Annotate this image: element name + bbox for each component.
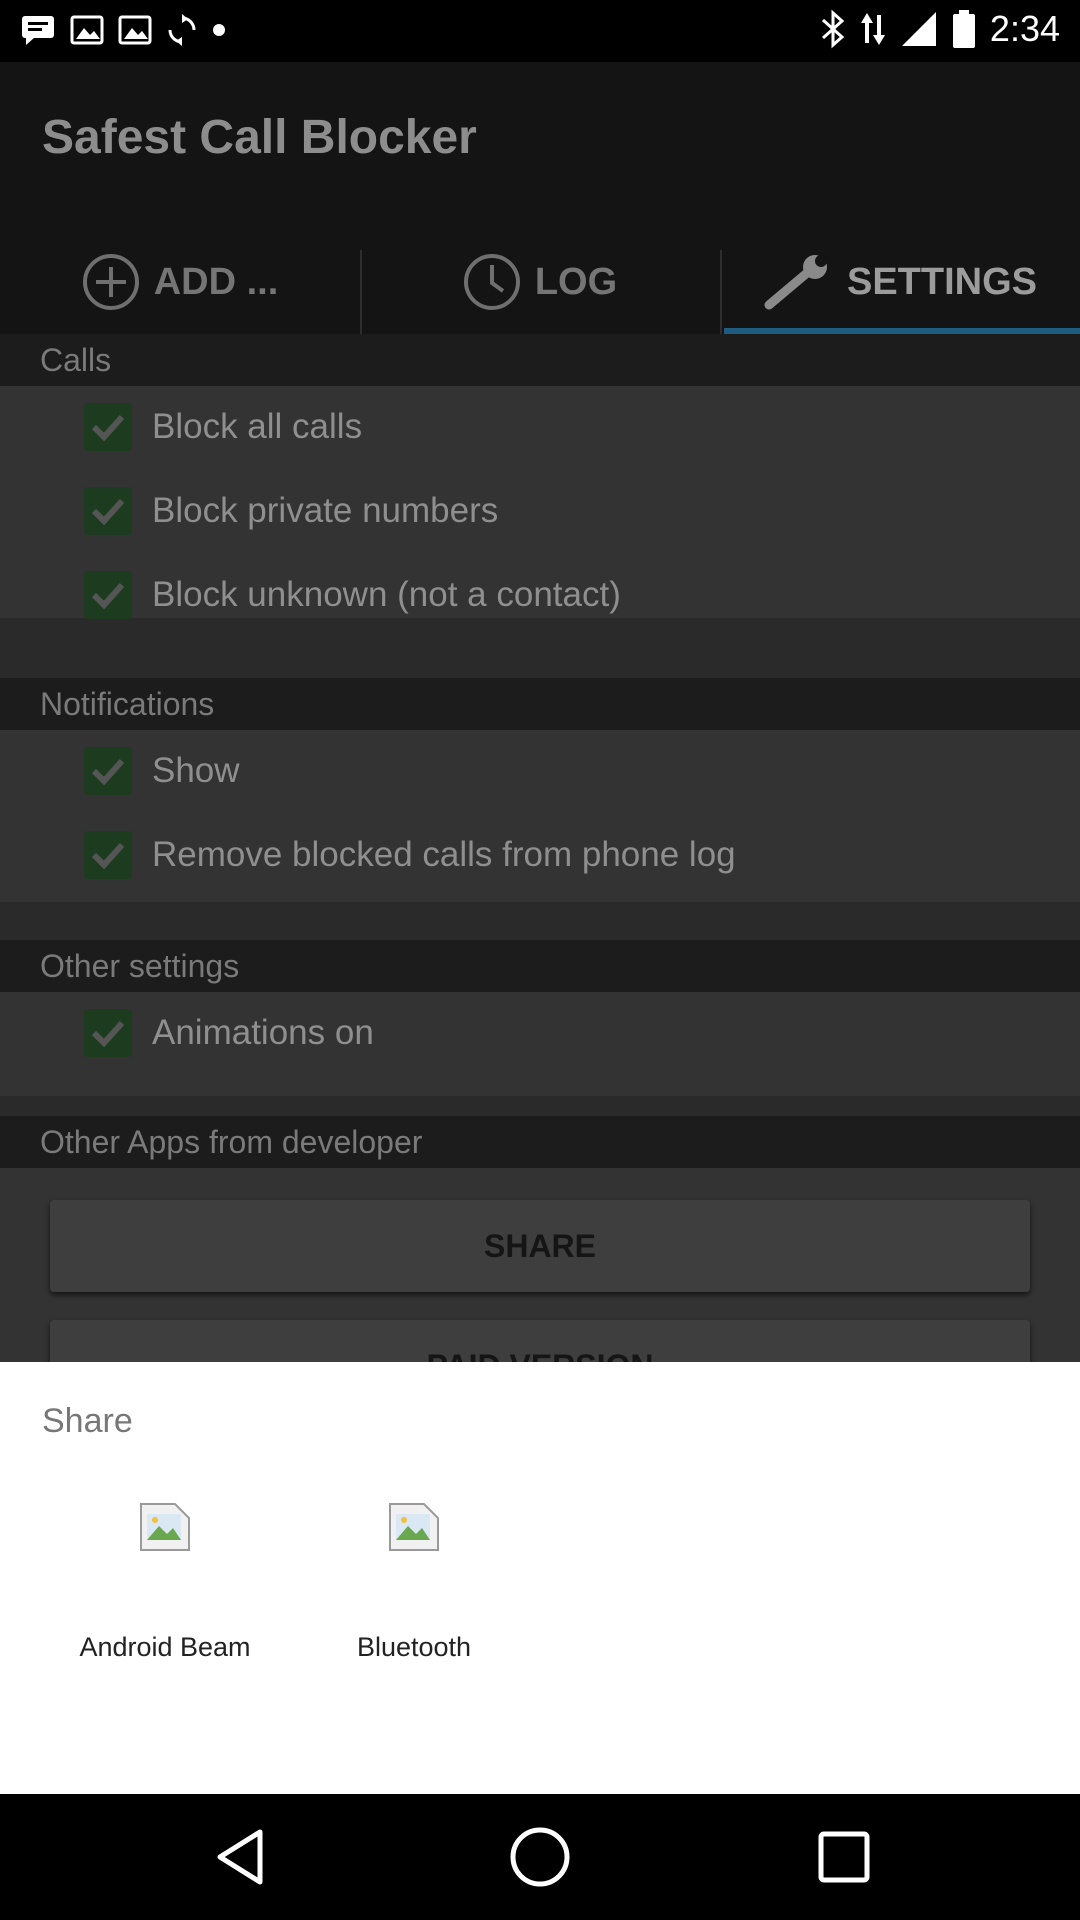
section-header-other-apps: Other Apps from developer (0, 1116, 1080, 1168)
checkbox-checked[interactable] (84, 747, 132, 795)
checkmark-icon (91, 842, 125, 869)
checkbox-checked[interactable] (84, 487, 132, 535)
checkmark-icon (91, 414, 125, 441)
home-button[interactable] (502, 1819, 578, 1895)
checkbox-label: Block unknown (not a contact) (152, 575, 621, 614)
share-button[interactable]: SHARE (50, 1200, 1030, 1292)
checkbox-label: Show (152, 751, 240, 790)
app-bar: Safest Call Blocker ADD ... LOG SETTINGS (0, 62, 1080, 334)
image-icon (70, 15, 104, 45)
tab-log[interactable]: LOG (360, 230, 720, 334)
app-title: Safest Call Blocker (42, 111, 477, 164)
section-other-apps: SHARE PAID VERSION (0, 1168, 1080, 1362)
back-button[interactable] (202, 1819, 278, 1895)
back-icon (217, 1829, 263, 1885)
paid-version-button[interactable]: PAID VERSION (50, 1320, 1030, 1362)
tab-add-label: ADD ... (153, 260, 279, 303)
add-circle-icon (82, 254, 139, 310)
checkmark-icon (91, 758, 125, 785)
recents-button[interactable] (806, 1819, 882, 1895)
image-icon (118, 15, 152, 45)
broken-image-icon (140, 1503, 190, 1551)
section-calls: Block all calls Block private numbers Bl… (0, 386, 1080, 619)
section-header-notifications: Notifications (0, 678, 1080, 730)
home-icon (510, 1827, 570, 1887)
tab-bar: ADD ... LOG SETTINGS (0, 230, 1080, 334)
wrench-icon (764, 255, 827, 310)
checkmark-icon (91, 1020, 125, 1047)
status-left-icons (20, 14, 226, 46)
navigation-bar (0, 1794, 1080, 1920)
checkbox-row-block-unknown[interactable]: Block unknown (not a contact) (84, 571, 621, 619)
section-notifications: Show Remove blocked calls from phone log (0, 730, 1080, 902)
share-sheet-title: Share (42, 1402, 133, 1440)
battery-icon (952, 10, 975, 48)
tab-settings[interactable]: SETTINGS (720, 230, 1080, 334)
message-icon (22, 16, 54, 45)
checkbox-label: Block private numbers (152, 491, 499, 530)
checkmark-icon (91, 498, 125, 525)
data-icon (860, 13, 885, 45)
signal-icon (901, 12, 936, 46)
checkbox-checked[interactable] (84, 403, 132, 451)
tab-settings-label: SETTINGS (846, 260, 1038, 303)
status-time: 2:34 (989, 8, 1060, 49)
bluetooth-icon (821, 9, 845, 49)
share-target-label: Bluetooth (356, 1632, 472, 1662)
section-header-calls: Calls (0, 334, 1080, 386)
checkbox-checked[interactable] (84, 571, 132, 619)
checkbox-row-block-all-calls[interactable]: Block all calls (84, 403, 362, 451)
tab-log-label: LOG (534, 260, 618, 303)
dot-icon (213, 24, 225, 36)
checkbox-checked[interactable] (84, 831, 132, 879)
section-header-other-settings: Other settings (0, 940, 1080, 992)
share-target-android-beam[interactable]: Android Beam (65, 1502, 265, 1742)
checkbox-row-show[interactable]: Show (84, 747, 240, 795)
checkmark-icon (91, 582, 125, 609)
share-target-label: Android Beam (79, 1632, 251, 1662)
app-content-dimmed: Safest Call Blocker ADD ... LOG SETTINGS… (0, 62, 1080, 1362)
clock-icon (463, 254, 520, 310)
checkbox-checked[interactable] (84, 1009, 132, 1057)
sync-icon (168, 14, 196, 46)
section-other-settings: Animations on (0, 992, 1080, 1096)
checkbox-label: Block all calls (152, 407, 363, 446)
checkbox-label: Remove blocked calls from phone log (152, 835, 736, 874)
checkbox-row-animations[interactable]: Animations on (84, 1009, 374, 1057)
checkbox-label: Animations on (152, 1013, 374, 1052)
status-bar: 2:34 (0, 0, 1080, 62)
tab-add[interactable]: ADD ... (0, 230, 360, 334)
broken-image-icon (389, 1503, 439, 1551)
status-right-icons: 2:34 (820, 8, 1060, 50)
checkbox-row-block-private-numbers[interactable]: Block private numbers (84, 487, 498, 535)
share-sheet: Share Android Beam Bluetooth (0, 1362, 1080, 1794)
recents-icon (818, 1831, 870, 1883)
share-target-bluetooth[interactable]: Bluetooth (314, 1502, 514, 1742)
checkbox-row-remove-blocked[interactable]: Remove blocked calls from phone log (84, 831, 736, 879)
